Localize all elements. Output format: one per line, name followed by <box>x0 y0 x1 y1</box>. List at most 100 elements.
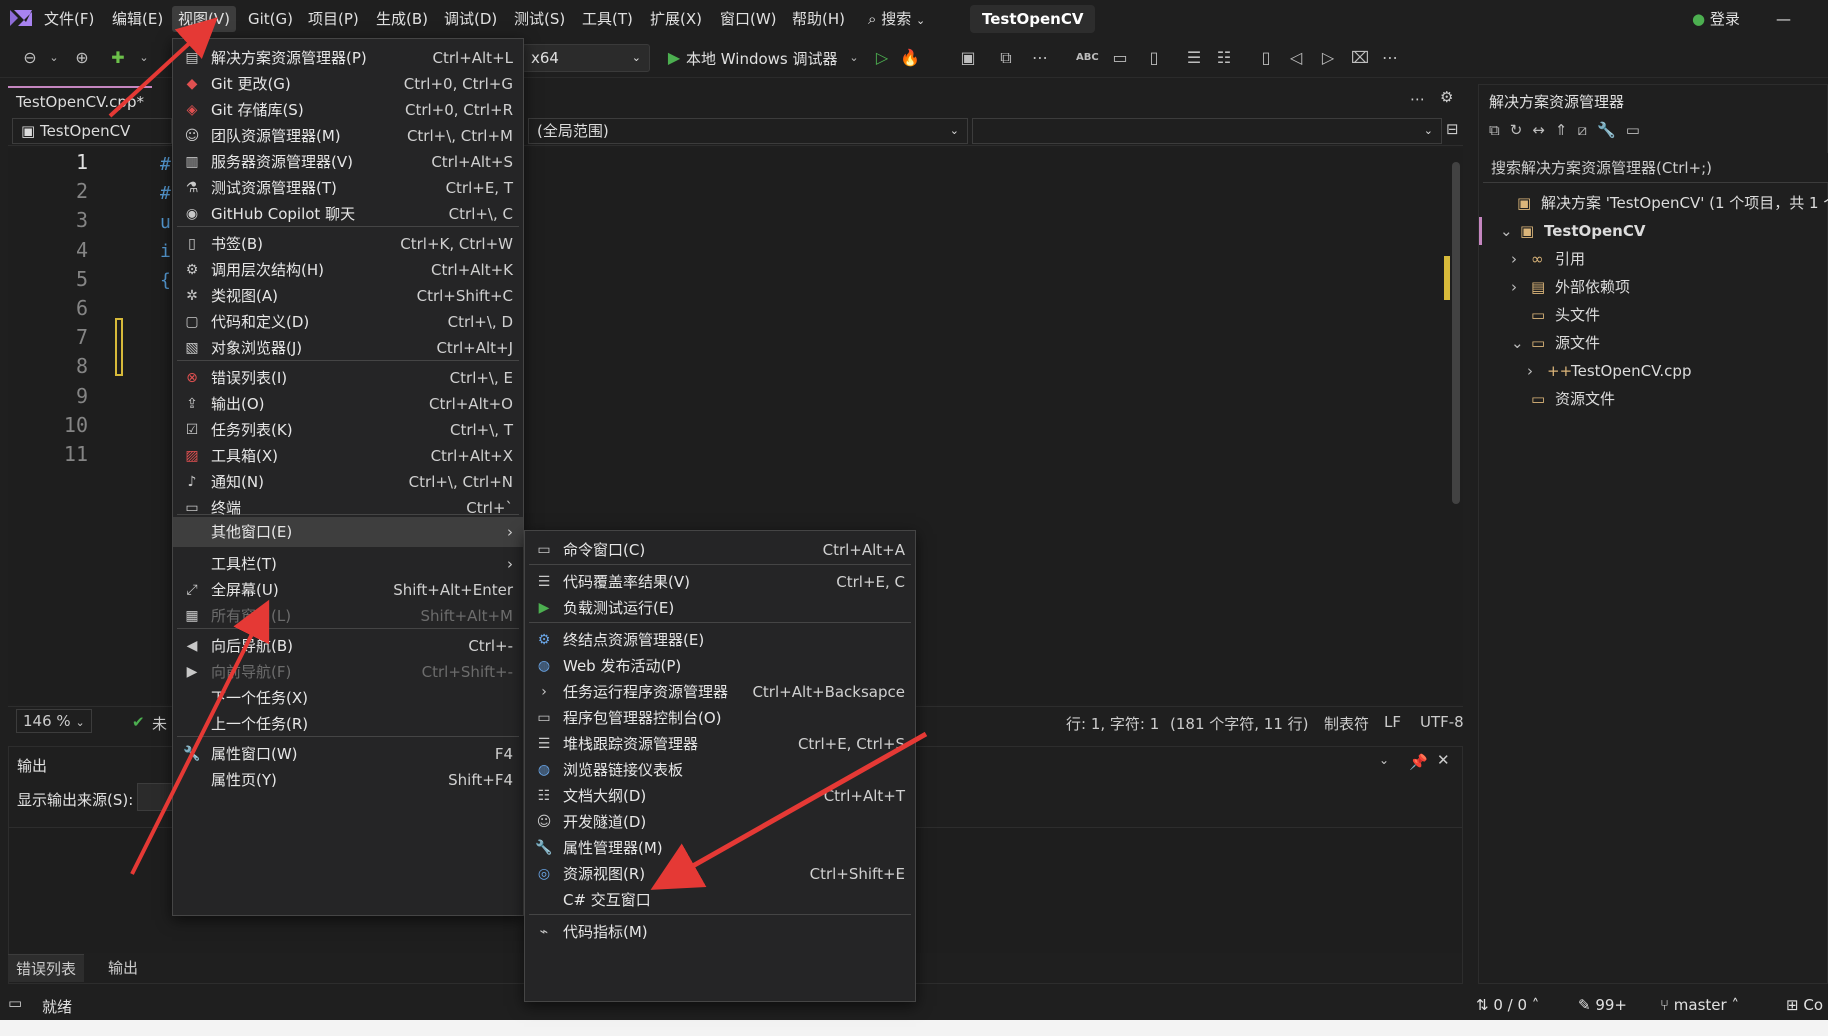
chevron-down-icon[interactable]: ⌄ <box>1379 753 1389 767</box>
view-menu-item[interactable]: 属性页(Y) Shift+F4 <box>173 765 523 795</box>
tree-references[interactable]: › ∞ 引用 <box>1479 245 1827 273</box>
preview-icon[interactable]: ▭ <box>1626 121 1650 139</box>
menu-project[interactable]: 项目(P) <box>302 6 365 32</box>
menu-item-icon: ◍ <box>537 762 551 778</box>
new-project-icon[interactable]: ✚ <box>108 48 128 68</box>
pin-icon[interactable]: 📌 <box>1409 753 1428 771</box>
chevron-right-icon[interactable]: › <box>1527 357 1533 385</box>
output-window-icon[interactable]: ▭ <box>8 994 22 1012</box>
bookmark-icon[interactable]: ▯ <box>1256 48 1276 68</box>
minimize-button[interactable]: — <box>1770 6 1797 32</box>
spell-check-icon[interactable]: ABC <box>1076 48 1099 68</box>
other-windows-item[interactable]: ▭ 命令窗口(C) Ctrl+Alt+A <box>525 535 915 565</box>
member-combo[interactable]: ⌄ <box>972 118 1442 144</box>
indent-icon[interactable]: ☰ <box>1184 48 1204 68</box>
line-number: 5 <box>75 266 88 291</box>
tab-output[interactable]: 输出 <box>100 954 146 982</box>
menu-help[interactable]: 帮助(H) <box>786 6 851 32</box>
navigate-back-icon[interactable]: ⊖ <box>20 48 40 68</box>
gear-icon[interactable]: ⚙ <box>1440 88 1453 106</box>
clear-bookmarks-icon[interactable]: ⌧ <box>1350 48 1370 68</box>
start-without-debugging-icon[interactable]: ▷ <box>872 48 892 68</box>
git-changes-status[interactable]: ⇅ 0 / 0 ˄ <box>1476 996 1539 1014</box>
indent-mode[interactable]: 制表符 <box>1324 713 1369 734</box>
menu-build[interactable]: 生成(B) <box>370 6 434 32</box>
show-all-files-icon[interactable]: ⧄ <box>1577 121 1597 139</box>
chevron-right-icon[interactable]: › <box>1511 273 1517 301</box>
other-windows-item[interactable]: ⌁ 代码指标(M) <box>525 917 915 947</box>
wrench-icon[interactable]: 🔧 <box>1597 121 1626 139</box>
other-windows-item[interactable]: ▶ 负载测试运行(E) <box>525 593 915 623</box>
menu-file[interactable]: 文件(F) <box>38 6 100 32</box>
menu-window[interactable]: 窗口(W) <box>714 6 783 32</box>
diagnostics-icon[interactable]: ⧉ <box>996 48 1016 68</box>
next-bookmark-icon[interactable]: ▷ <box>1318 48 1338 68</box>
collapse-all-icon[interactable]: ⇑ <box>1555 121 1578 139</box>
comment-icon[interactable]: ▭ <box>1110 48 1130 68</box>
tree-external-deps[interactable]: › ▤ 外部依赖项 <box>1479 273 1827 301</box>
menu-git[interactable]: Git(G) <box>242 6 299 32</box>
cursor-position[interactable]: 行: 1, 字符: 1 <box>1066 713 1159 734</box>
switch-views-icon[interactable]: ⧉ <box>1489 121 1510 139</box>
platform-combo[interactable]: x64 ⌄ <box>522 44 650 72</box>
menu-view[interactable]: 视图(V) <box>172 6 236 32</box>
menu-edit[interactable]: 编辑(E) <box>106 6 169 32</box>
split-icon[interactable]: ⊟ <box>1446 120 1459 138</box>
tree-solution[interactable]: ▣ 解决方案 'TestOpenCV' (1 个项目，共 1 个 <box>1479 189 1828 217</box>
close-icon[interactable]: ✕ <box>1437 751 1450 769</box>
pending-edits-status[interactable]: ✎ 99+ <box>1578 996 1627 1014</box>
more-icon[interactable]: ⋯ <box>1030 48 1050 68</box>
chevron-down-icon[interactable]: ⌄ <box>134 48 154 68</box>
history-icon[interactable]: ↻ <box>1510 121 1533 139</box>
fullscreen-icon: ⤢ <box>186 582 198 598</box>
more-icon[interactable]: ⋯ <box>1380 48 1400 68</box>
menu-tools[interactable]: 工具(T) <box>576 6 639 32</box>
zoom-combo[interactable]: 146 % ⌄ <box>16 709 92 733</box>
chevron-down-icon[interactable]: ⌄ <box>1511 329 1524 357</box>
file-encoding[interactable]: UTF-8 <box>1420 713 1464 731</box>
uncomment-icon[interactable]: ▯ <box>1144 48 1164 68</box>
view-menu-item[interactable]: 上一个任务(R) <box>173 709 523 739</box>
chevron-down-icon[interactable]: ⌄ <box>844 48 864 68</box>
tree-project[interactable]: ⌄ ▣ TestOpenCV <box>1479 217 1827 245</box>
tree-cpp-file[interactable]: › ++ TestOpenCV.cpp <box>1479 357 1827 385</box>
play-icon[interactable]: ▶ <box>664 48 684 68</box>
search-button[interactable]: ⌕ 搜索 ⌄ <box>862 6 931 32</box>
sync-icon[interactable]: ↔ <box>1532 121 1555 139</box>
chevron-right-icon[interactable]: › <box>1511 245 1517 273</box>
scope-combo[interactable]: (全局范围) ⌄ <box>528 118 968 144</box>
more-icon[interactable]: ⋯ <box>1410 90 1425 108</box>
outdent-icon[interactable]: ☷ <box>1214 48 1234 68</box>
tree-header-files[interactable]: ▭ 头文件 <box>1479 301 1827 329</box>
hot-reload-icon[interactable]: 🔥 <box>900 48 920 68</box>
tree-item-label: 解决方案 'TestOpenCV' (1 个项目，共 1 个 <box>1541 194 1828 212</box>
no-issues-icon[interactable]: ✔ <box>132 713 145 731</box>
project-combo[interactable]: ▣ TestOpenCV <box>12 118 172 144</box>
view-menu-item[interactable]: ◉ GitHub Copilot 聊天 Ctrl+\, C <box>173 199 523 229</box>
login-button[interactable]: ● 登录 <box>1686 6 1746 32</box>
run-debugger-button[interactable]: 本地 Windows 调试器 <box>686 48 838 69</box>
line-ending[interactable]: LF <box>1384 713 1401 731</box>
menu-debug[interactable]: 调试(D) <box>438 6 503 32</box>
chevron-down-icon[interactable]: ⌄ <box>1500 217 1513 245</box>
prev-bookmark-icon[interactable]: ◁ <box>1286 48 1306 68</box>
view-menu-item[interactable]: 其他窗口(E) › <box>173 517 523 547</box>
menu-item-icon: ☺ <box>536 814 552 830</box>
tab-error-list[interactable]: 错误列表 <box>8 954 85 982</box>
browser-icon[interactable]: ▣ <box>958 48 978 68</box>
navigate-forward-icon[interactable]: ⊕ <box>72 48 92 68</box>
visual-studio-logo-icon[interactable] <box>8 6 34 30</box>
tree-resource-files[interactable]: ▭ 资源文件 <box>1479 385 1827 413</box>
chevron-down-icon[interactable]: ⌄ <box>44 48 64 68</box>
scrollbar[interactable] <box>1452 162 1460 504</box>
tab-testopencv-cpp[interactable]: TestOpenCV.cpp* <box>8 86 152 114</box>
view-menu-item[interactable]: ▧ 对象浏览器(J) Ctrl+Alt+J <box>173 333 523 363</box>
solution-search-input[interactable]: 搜索解决方案资源管理器(Ctrl+;) <box>1483 153 1828 183</box>
branch-status[interactable]: ⑂ master ˄ <box>1660 996 1739 1014</box>
menu-extensions[interactable]: 扩展(X) <box>644 6 708 32</box>
view-menu-item[interactable]: ▦ 所有窗口(L) Shift+Alt+M <box>173 601 523 631</box>
menu-test[interactable]: 测试(S) <box>508 6 571 32</box>
tree-source-files[interactable]: ⌄ ▭ 源文件 <box>1479 329 1827 357</box>
copilot-status[interactable]: ⊞ Co <box>1786 996 1823 1014</box>
other-windows-item[interactable]: C# 交互窗口 <box>525 885 915 915</box>
